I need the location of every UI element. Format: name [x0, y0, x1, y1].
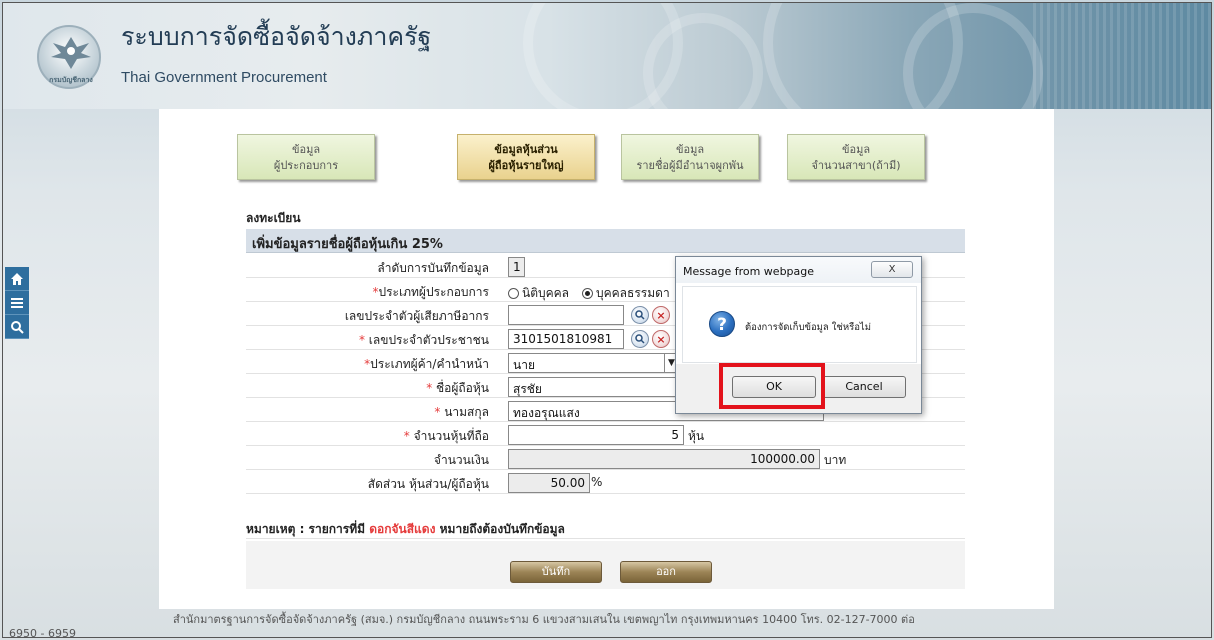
tab-label: ข้อมูล: [291, 143, 321, 156]
site-title: ระบบการจัดซื้อจัดจ้างภาครัฐ: [121, 22, 432, 51]
first-name-input[interactable]: สุรชัย: [508, 377, 678, 397]
logo: กรมบัญชีกลาง: [37, 25, 101, 89]
citizen-id-search-icon[interactable]: [631, 330, 649, 348]
ratio-unit: %: [591, 475, 603, 489]
shares-label: * จำนวนหุ้นที่ถือ: [403, 429, 489, 443]
tab-label: รายชื่อผู้มีอำนาจผูกพัน: [636, 159, 744, 172]
record-no-field: 1: [508, 257, 525, 277]
register-label: ลงทะเบียน: [246, 211, 301, 225]
tab-label: จำนวนสาขา(ถ้ามี): [811, 159, 901, 172]
amount-label: จำนวนเงิน: [433, 453, 489, 467]
note-text: หมายเหตุ : รายการที่มี ดอกจันสีแดง หมายถ…: [246, 517, 965, 539]
last-name-label: * นามสกุล: [434, 405, 489, 419]
shares-unit: หุ้น: [688, 429, 705, 443]
tab-label: ข้อมูล: [675, 143, 705, 156]
logo-text: กรมบัญชีกลาง: [49, 76, 93, 84]
tab-label: ข้อมูล: [841, 143, 871, 156]
cancel-button[interactable]: Cancel: [822, 376, 906, 398]
row-shares: * จำนวนหุ้นที่ถือ 5 หุ้น: [246, 423, 965, 446]
tax-id-input[interactable]: [508, 305, 624, 325]
radio-juristic-dot[interactable]: [508, 288, 519, 299]
tab-authorized-persons[interactable]: ข้อมูล รายชื่อผู้มีอำนาจผูกพัน: [621, 134, 759, 180]
ok-highlight-box: [719, 363, 825, 409]
home-icon[interactable]: [5, 267, 29, 291]
tab-entrepreneur-info[interactable]: ข้อมูล ผู้ประกอบการ: [237, 134, 375, 180]
garuda-emblem-icon: [51, 37, 91, 69]
radio-juristic[interactable]: นิติบุคคล: [508, 284, 569, 303]
footer-phone: 6950 - 6959: [9, 627, 76, 638]
side-nav: [5, 267, 29, 339]
tax-id-label: เลขประจำตัวผู้เสียภาษีอากร: [344, 309, 489, 323]
browser-frame: กรมบัญชีกลาง ระบบการจัดซื้อจัดจ้างภาครัฐ…: [2, 2, 1212, 638]
amount-field: 100000.00: [508, 449, 820, 469]
site-banner: กรมบัญชีกลาง ระบบการจัดซื้อจัดจ้างภาครัฐ…: [3, 3, 1211, 109]
entity-type-label: *ประเภทผู้ประกอบการ: [372, 285, 489, 299]
first-name-label: * ชื่อผู้ถือหุ้น: [426, 381, 489, 395]
dialog-message: ต้องการจัดเก็บข้อมูล ใช่หรือไม่: [745, 322, 871, 333]
citizen-id-clear-icon[interactable]: ×: [652, 330, 670, 348]
radio-individual-dot[interactable]: [582, 288, 593, 299]
shares-input[interactable]: 5: [508, 425, 684, 445]
title-label: *ประเภทผู้ค้า/คำนำหน้า: [364, 357, 489, 371]
tab-label: ข้อมูลหุ้นส่วน: [494, 143, 558, 156]
citizen-id-label: * เลขประจำตัวประชาชน: [358, 333, 489, 347]
exit-button[interactable]: ออก: [620, 561, 712, 583]
tax-id-clear-icon[interactable]: ×: [652, 306, 670, 324]
action-bar: บันทึก ออก: [246, 541, 965, 589]
ratio-field: 50.00: [508, 473, 590, 493]
dialog-body: ? ต้องการจัดเก็บข้อมูล ใช่หรือไม่: [682, 286, 917, 363]
ratio-label: สัดส่วน หุ้นส่วน/ผู้ถือหุ้น: [367, 477, 489, 491]
site-subtitle: Thai Government Procurement: [121, 69, 327, 86]
row-ratio: สัดส่วน หุ้นส่วน/ผู้ถือหุ้น 50.00 %: [246, 471, 965, 494]
title-select[interactable]: นาย: [508, 353, 678, 373]
tab-label: ผู้ถือหุ้นรายใหญ่: [488, 159, 564, 172]
amount-unit: บาท: [824, 453, 847, 467]
record-no-label: ลำดับการบันทึกข้อมูล: [377, 261, 489, 275]
citizen-id-input[interactable]: 3101501810981: [508, 329, 624, 349]
row-amount: จำนวนเงิน 100000.00 บาท: [246, 447, 965, 470]
section-heading: เพิ่มข้อมูลรายชื่อผู้ถือหุ้นเกิน 25%: [246, 229, 965, 253]
question-icon: ?: [709, 311, 735, 337]
close-icon[interactable]: X: [871, 261, 913, 278]
tab-branches[interactable]: ข้อมูล จำนวนสาขา(ถ้ามี): [787, 134, 925, 180]
save-button[interactable]: บันทึก: [510, 561, 602, 583]
footer-address: สำนักมาตรฐานการจัดซื้อจัดจ้างภาครัฐ (สมจ…: [173, 613, 915, 626]
radio-individual[interactable]: บุคคลธรรมดา: [582, 284, 670, 303]
tab-label: ผู้ประกอบการ: [273, 159, 339, 172]
search-icon[interactable]: [5, 315, 29, 339]
menu-icon[interactable]: [5, 291, 29, 315]
tax-id-search-icon[interactable]: [631, 306, 649, 324]
tab-shareholder-info[interactable]: ข้อมูลหุ้นส่วน ผู้ถือหุ้นรายใหญ่: [457, 134, 595, 180]
